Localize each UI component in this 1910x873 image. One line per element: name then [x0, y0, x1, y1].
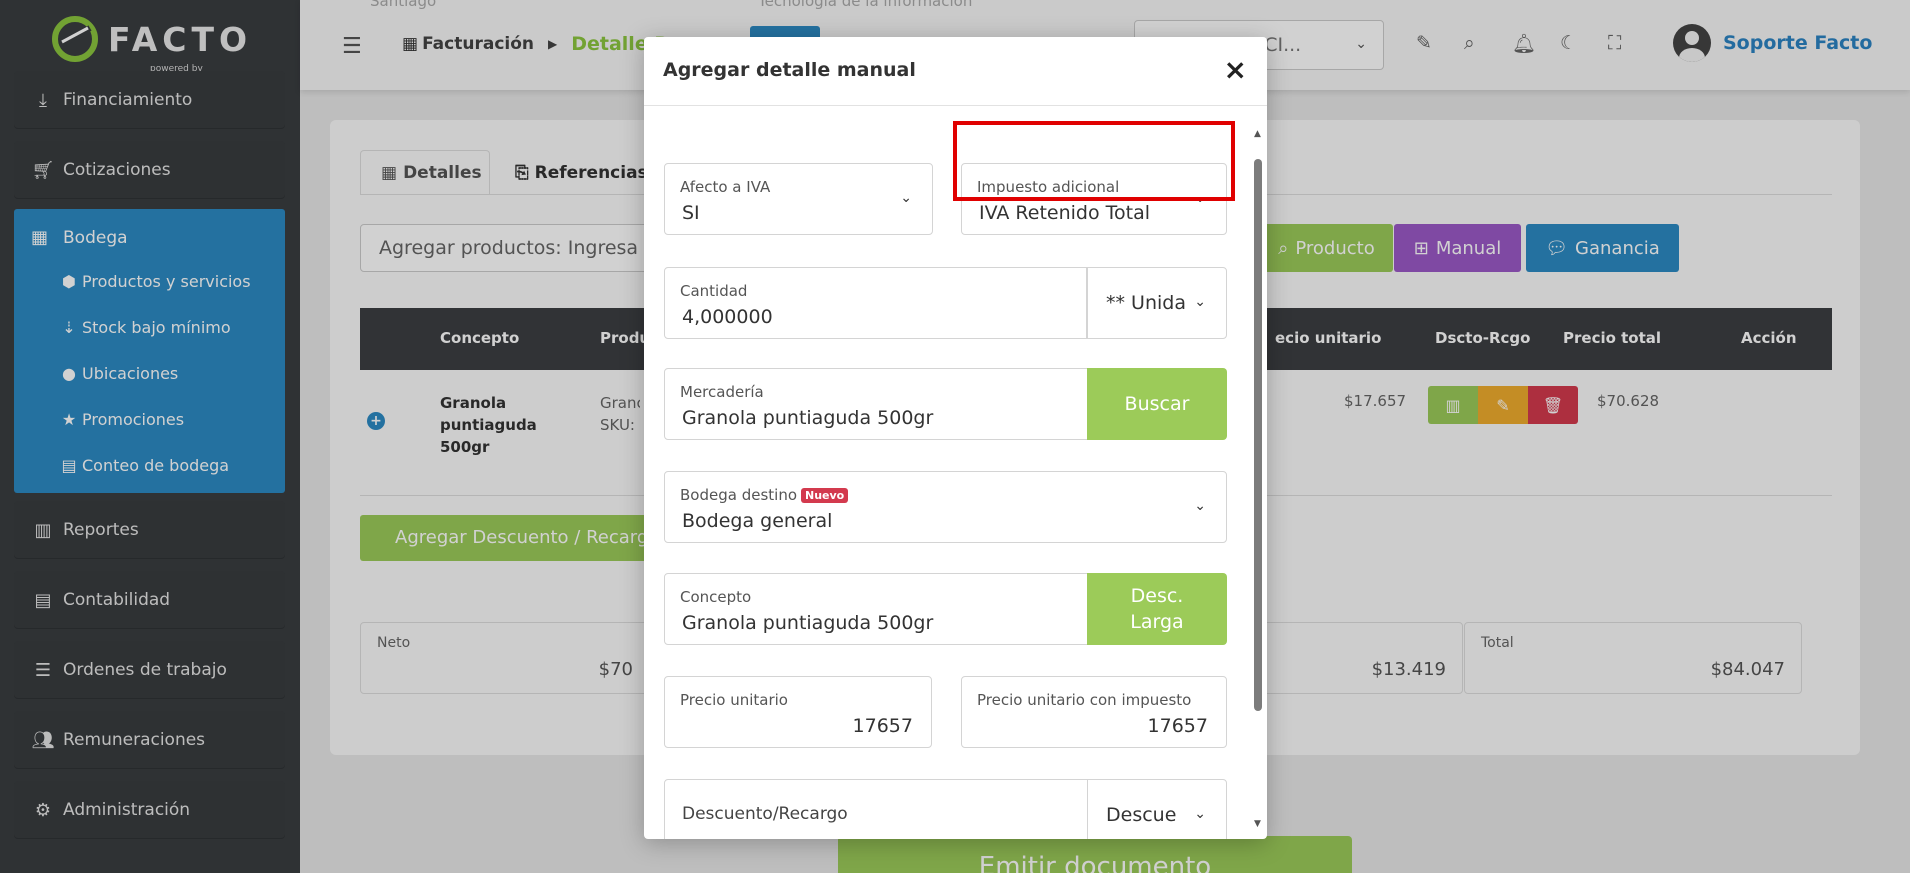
field-value: SI	[682, 202, 700, 224]
modal-scrollbar[interactable]: ▲ ▼	[1253, 129, 1263, 829]
modal-body: Afecto a IVA SI ⌄ Impuesto adicional IVA…	[644, 106, 1267, 839]
field-value: 17657	[1147, 715, 1208, 737]
button-label: Desc.	[1130, 585, 1184, 607]
afecto-iva-select[interactable]: Afecto a IVA SI ⌄	[664, 163, 933, 235]
field-value: Granola puntiaguda 500gr	[682, 612, 934, 634]
chevron-down-icon: ⌄	[1194, 294, 1206, 310]
descuento-type-value: Descue	[1106, 804, 1177, 826]
descripcion-larga-button[interactable]: Desc. Larga	[1087, 573, 1227, 645]
bodega-destino-select[interactable]: Bodega destino Nuevo Bodega general ⌄	[664, 471, 1227, 543]
new-badge: Nuevo	[801, 488, 849, 503]
chevron-down-icon: ⌄	[1194, 190, 1206, 206]
field-label: Impuesto adicional	[977, 178, 1120, 196]
buscar-button[interactable]: Buscar	[1087, 368, 1227, 440]
manual-detail-modal: Agregar detalle manual × Afecto a IVA SI…	[644, 37, 1267, 839]
field-label: Precio unitario con impuesto	[977, 691, 1192, 709]
unit-select[interactable]: ** Unida ⌄	[1087, 267, 1227, 339]
field-value: 4,000000	[682, 306, 773, 328]
descuento-type-select[interactable]: Descue ⌄	[1087, 779, 1227, 839]
chevron-down-icon: ⌄	[1194, 498, 1206, 514]
unit-select-value: ** Unida	[1106, 292, 1186, 314]
close-icon[interactable]: ×	[1224, 53, 1247, 86]
field-value: Bodega general	[682, 510, 833, 532]
button-label: Larga	[1130, 611, 1184, 633]
field-label: Bodega destino Nuevo	[680, 486, 849, 504]
chevron-down-icon: ⌄	[900, 190, 912, 206]
field-label: Precio unitario	[680, 691, 788, 709]
scroll-up-icon[interactable]: ▲	[1254, 129, 1261, 139]
descuento-placeholder: Descuento/Recargo	[682, 804, 848, 824]
field-label: Cantidad	[680, 282, 748, 300]
scroll-down-icon[interactable]: ▼	[1254, 819, 1261, 829]
modal-title: Agregar detalle manual	[663, 59, 916, 81]
mercaderia-input[interactable]: Mercadería Granola puntiaguda 500gr	[664, 368, 1088, 440]
scrollbar-thumb[interactable]	[1254, 159, 1262, 711]
chevron-down-icon: ⌄	[1194, 806, 1206, 822]
field-value: Granola puntiaguda 500gr	[682, 407, 934, 429]
field-label: Mercadería	[680, 383, 764, 401]
field-label: Concepto	[680, 588, 752, 606]
field-value: 17657	[852, 715, 913, 737]
precio-con-impuesto-input[interactable]: Precio unitario con impuesto 17657	[961, 676, 1227, 748]
field-value: IVA Retenido Total	[979, 202, 1151, 224]
cantidad-input[interactable]: Cantidad 4,000000	[664, 267, 1087, 339]
concepto-input[interactable]: Concepto Granola puntiaguda 500gr	[664, 573, 1088, 645]
precio-unitario-input[interactable]: Precio unitario 17657	[664, 676, 932, 748]
impuesto-adicional-select[interactable]: Impuesto adicional IVA Retenido Total ⌄	[961, 163, 1227, 235]
field-label: Afecto a IVA	[680, 178, 771, 196]
descuento-recargo-input[interactable]: Descuento/Recargo	[664, 779, 1088, 839]
